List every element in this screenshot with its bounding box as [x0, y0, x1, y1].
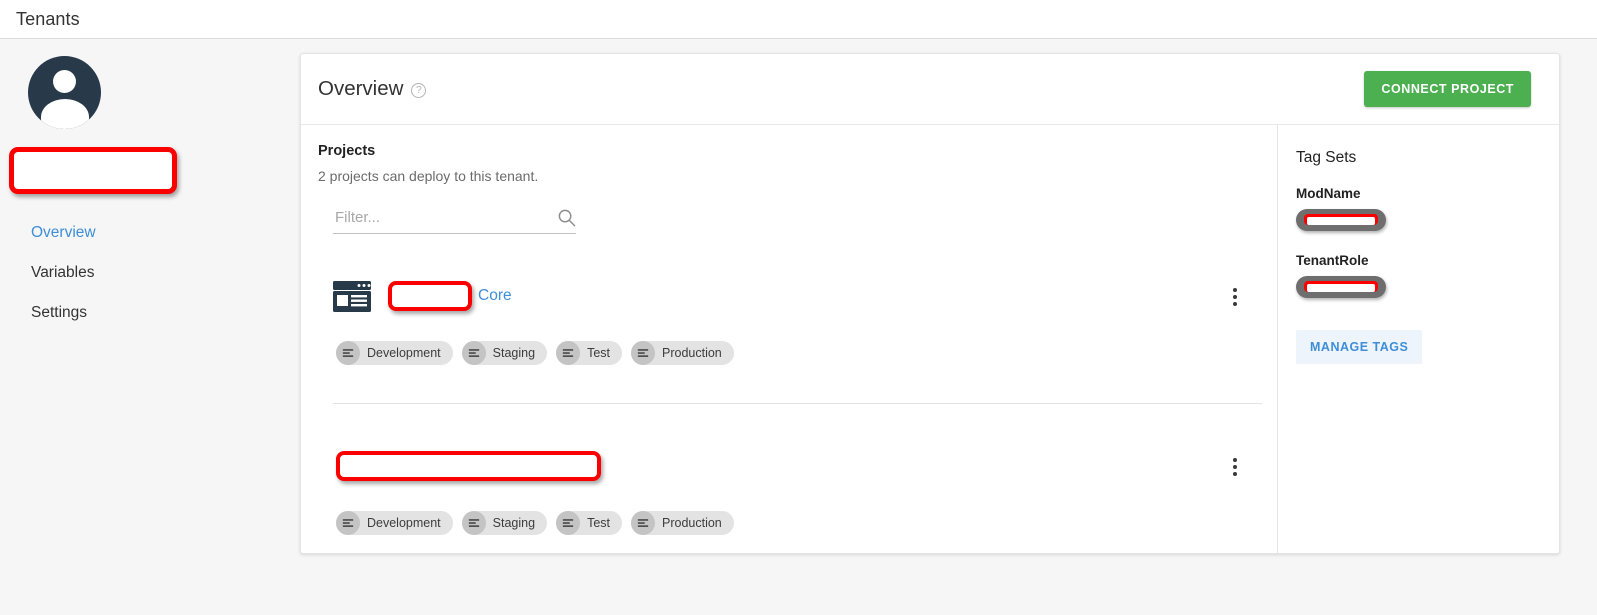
filter-box[interactable]: [333, 208, 576, 234]
environment-chip-development[interactable]: Development: [336, 341, 453, 365]
environment-icon: [631, 341, 655, 365]
project-header: Core: [318, 274, 1277, 318]
overview-card: Overview ? CONNECT PROJECT Projects 2 pr…: [300, 53, 1560, 554]
page-title: Tenants: [16, 8, 80, 29]
environment-chip-development[interactable]: Development: [336, 511, 453, 535]
tag-sets-panel: Tag Sets ModName TenantRole MANAGE TAGS: [1277, 125, 1559, 553]
page-body: Overview Variables Settings Overview ? C…: [0, 39, 1597, 615]
environment-chip-label: Test: [587, 516, 610, 530]
project-name-link[interactable]: Core: [478, 287, 512, 305]
projects-panel: Projects 2 projects can deploy to this t…: [301, 125, 1277, 553]
environment-chip-label: Staging: [492, 346, 536, 360]
sidebar: Overview Variables Settings: [0, 39, 300, 333]
environment-chip-label: Staging: [492, 516, 536, 530]
environment-chip-label: Test: [587, 346, 610, 360]
filter-row: [318, 208, 1277, 234]
kebab-menu-icon[interactable]: [1225, 286, 1245, 308]
redaction-bar: [1304, 214, 1378, 225]
sidebar-item-label: Settings: [31, 304, 88, 321]
sidebar-item-settings[interactable]: Settings: [0, 293, 300, 333]
sidebar-item-label: Overview: [31, 224, 96, 241]
filter-input[interactable]: [333, 208, 523, 227]
project-name-redaction: [336, 451, 601, 481]
kebab-menu-icon[interactable]: [1225, 456, 1245, 478]
environment-chip-production[interactable]: Production: [631, 341, 734, 365]
card-header: Overview ? CONNECT PROJECT: [301, 54, 1559, 125]
environment-icon: [631, 511, 655, 535]
environment-chip-staging[interactable]: Staging: [461, 511, 548, 535]
redaction-bar: [1304, 281, 1378, 292]
tag-value-redaction: [1296, 209, 1386, 231]
environment-icon: [461, 341, 486, 365]
projects-subtitle: 2 projects can deploy to this tenant.: [318, 168, 539, 184]
tag-set-label: TenantRole: [1296, 253, 1369, 268]
environment-chip-label: Production: [662, 516, 722, 530]
environment-chip-production[interactable]: Production: [631, 511, 734, 535]
environment-chips: Development Staging Test Production: [318, 341, 1277, 365]
project-window-icon: [333, 280, 371, 312]
kebab-dot: [1233, 465, 1237, 469]
card-body: Projects 2 projects can deploy to this t…: [301, 125, 1559, 553]
sidebar-nav: Overview Variables Settings: [0, 213, 300, 333]
tag-set-group: TenantRole: [1296, 253, 1559, 298]
environment-chip-test[interactable]: Test: [556, 341, 622, 365]
help-circle-icon[interactable]: ?: [411, 83, 427, 98]
project-row: Core Development Staging Test Production: [318, 234, 1277, 404]
project-header: [318, 444, 1277, 488]
kebab-dot: [1233, 288, 1237, 292]
tenant-name-redaction: [9, 147, 177, 194]
tag-value-redaction: [1296, 276, 1386, 298]
sidebar-item-overview[interactable]: Overview: [0, 213, 300, 253]
sidebar-item-variables[interactable]: Variables: [0, 253, 300, 293]
card-title: Overview: [318, 77, 404, 100]
environment-icon: [336, 511, 360, 535]
kebab-dot: [1233, 458, 1237, 462]
kebab-dot: [1233, 295, 1237, 299]
tag-set-label: ModName: [1296, 186, 1361, 201]
environment-icon: [336, 341, 360, 365]
environment-icon: [461, 511, 486, 535]
sidebar-item-label: Variables: [31, 264, 95, 281]
connect-project-button[interactable]: CONNECT PROJECT: [1364, 71, 1531, 107]
environment-chips: Development Staging Test Production: [318, 511, 1277, 535]
environment-icon: [556, 511, 581, 535]
top-bar: Tenants: [0, 0, 1597, 39]
kebab-dot: [1233, 302, 1237, 306]
project-name-redaction: [388, 281, 472, 311]
search-icon[interactable]: [557, 208, 576, 227]
environment-chip-test[interactable]: Test: [556, 511, 622, 535]
card-title-group: Overview ?: [318, 77, 427, 101]
table-row: Development Staging Test Production: [318, 404, 1277, 535]
environment-chip-staging[interactable]: Staging: [461, 341, 548, 365]
user-avatar-icon: [28, 56, 101, 129]
tag-set-group: ModName: [1296, 186, 1559, 231]
environment-icon: [556, 341, 581, 365]
environment-chip-label: Development: [367, 346, 441, 360]
environment-chip-label: Production: [662, 346, 722, 360]
kebab-dot: [1233, 472, 1237, 476]
projects-heading: Projects: [318, 143, 376, 159]
tag-sets-heading: Tag Sets: [1296, 149, 1357, 166]
environment-chip-label: Development: [367, 516, 441, 530]
manage-tags-button[interactable]: MANAGE TAGS: [1296, 330, 1423, 364]
